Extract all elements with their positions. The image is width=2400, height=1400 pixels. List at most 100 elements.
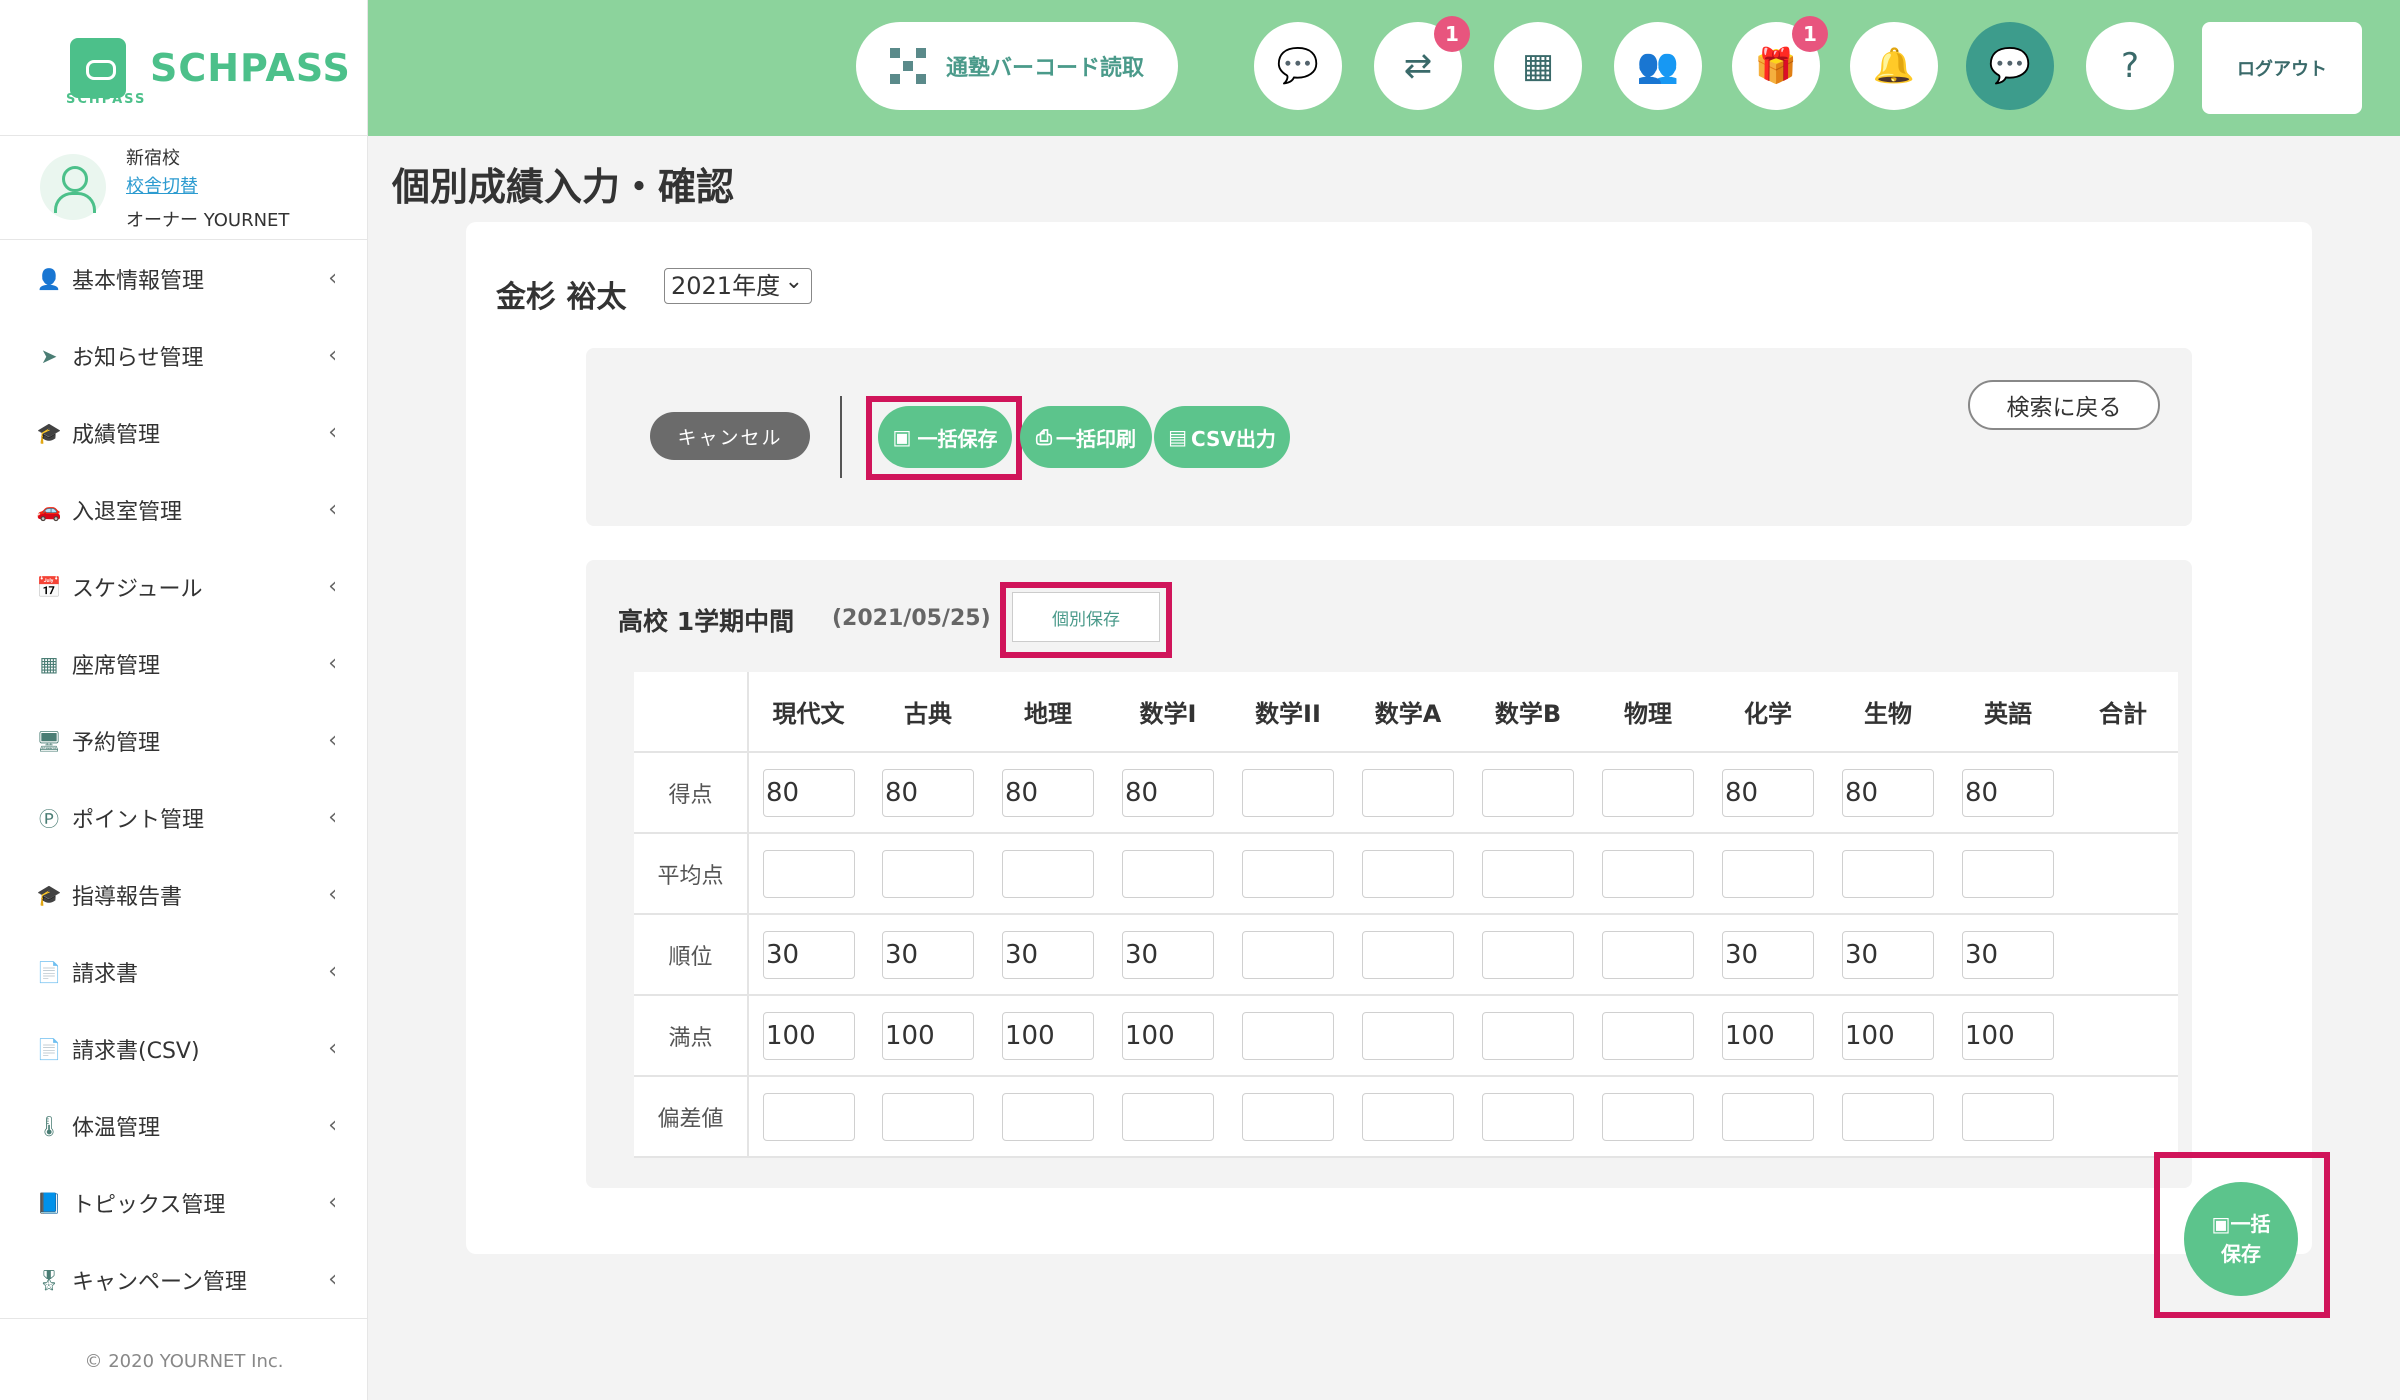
logout-button[interactable]: ログアウト xyxy=(2202,22,2362,114)
score-input[interactable] xyxy=(1362,930,1454,979)
sidebar-item[interactable]: 🎓 成績管理 ‹ xyxy=(0,394,367,471)
cancel-button[interactable]: キャンセル xyxy=(650,412,810,460)
score-input[interactable] xyxy=(1362,1011,1454,1060)
score-input[interactable] xyxy=(1122,1011,1214,1060)
car-icon: 🚗 xyxy=(36,497,62,522)
score-input[interactable] xyxy=(1002,1011,1094,1060)
score-input[interactable] xyxy=(763,768,855,817)
table-row: 得点 xyxy=(634,752,2178,834)
score-input[interactable] xyxy=(1602,849,1694,898)
score-cell xyxy=(1348,995,1468,1077)
score-input[interactable] xyxy=(1482,1011,1574,1060)
score-input[interactable] xyxy=(1242,1011,1334,1060)
score-input[interactable] xyxy=(1242,1092,1334,1141)
score-input[interactable] xyxy=(1122,849,1214,898)
score-input[interactable] xyxy=(1002,768,1094,817)
score-input[interactable] xyxy=(763,849,855,898)
csv-export-button[interactable]: ▤ CSV出力 xyxy=(1154,406,1290,468)
score-input[interactable] xyxy=(1602,768,1694,817)
score-input[interactable] xyxy=(1122,1092,1214,1141)
school-name: 新宿校 xyxy=(126,148,180,169)
score-input[interactable] xyxy=(1482,1092,1574,1141)
notification-button[interactable]: 🔔 xyxy=(1850,22,1938,110)
score-input[interactable] xyxy=(1242,849,1334,898)
sidebar-item[interactable]: 🖥 予約管理 ‹ xyxy=(0,702,367,779)
barcode-read-button[interactable]: 通塾バーコード読取 xyxy=(856,22,1178,110)
chat-button[interactable]: 💬 xyxy=(1254,22,1342,110)
score-input[interactable] xyxy=(1362,849,1454,898)
help-button[interactable]: ? xyxy=(2086,22,2174,110)
score-input[interactable] xyxy=(763,1092,855,1141)
score-input[interactable] xyxy=(1962,768,2054,817)
chevron-left-icon: ‹ xyxy=(328,959,337,984)
score-input[interactable] xyxy=(1362,1092,1454,1141)
qr-code-icon xyxy=(889,48,926,84)
score-input[interactable] xyxy=(1482,930,1574,979)
grade-table: 現代文古典地理数学I数学II数学A数学B物理化学生物英語合計 得点平均点順位満点… xyxy=(634,672,2178,1158)
score-input[interactable] xyxy=(1962,1092,2054,1141)
sidebar-item[interactable]: 📅 スケジュール ‹ xyxy=(0,548,367,625)
score-cell xyxy=(1228,914,1348,996)
score-input[interactable] xyxy=(1602,1092,1694,1141)
score-input[interactable] xyxy=(1482,768,1574,817)
score-input[interactable] xyxy=(1002,930,1094,979)
sidebar-item[interactable]: ▦ 座席管理 ‹ xyxy=(0,625,367,702)
message-button[interactable]: 💬 xyxy=(1966,22,2054,110)
score-input[interactable] xyxy=(1602,1011,1694,1060)
calendar-button[interactable]: ▦ xyxy=(1494,22,1582,110)
score-input[interactable] xyxy=(1722,768,1814,817)
score-input[interactable] xyxy=(1842,930,1934,979)
score-cell xyxy=(748,1076,868,1158)
score-input[interactable] xyxy=(1962,930,2054,979)
score-input[interactable] xyxy=(882,1011,974,1060)
score-input[interactable] xyxy=(1602,930,1694,979)
score-input[interactable] xyxy=(882,1092,974,1141)
score-input[interactable] xyxy=(1842,1092,1934,1141)
score-input[interactable] xyxy=(1722,930,1814,979)
sidebar-item[interactable]: 🎖 キャンペーン管理 ‹ xyxy=(0,1241,367,1318)
score-input[interactable] xyxy=(1842,1011,1934,1060)
chat-bubble-icon: 💬 xyxy=(1276,46,1320,86)
score-input[interactable] xyxy=(1722,1011,1814,1060)
sidebar-item[interactable]: 🎓 指導報告書 ‹ xyxy=(0,856,367,933)
switch-school-link[interactable]: 校舎切替 xyxy=(126,172,198,198)
sidebar-item[interactable]: 🚗 入退室管理 ‹ xyxy=(0,471,367,548)
score-input[interactable] xyxy=(1002,1092,1094,1141)
score-input[interactable] xyxy=(1362,768,1454,817)
score-cell xyxy=(1468,752,1588,834)
sidebar-item[interactable]: Ⓟ ポイント管理 ‹ xyxy=(0,779,367,856)
sidebar-item[interactable]: ➤ お知らせ管理 ‹ xyxy=(0,317,367,394)
score-cell xyxy=(1588,833,1708,915)
score-input[interactable] xyxy=(1962,1011,2054,1060)
score-input[interactable] xyxy=(1482,849,1574,898)
print-all-button[interactable]: ⎙ 一括印刷 xyxy=(1020,406,1152,468)
score-input[interactable] xyxy=(1842,768,1934,817)
transfer-button[interactable]: ⇄ 1 xyxy=(1374,16,1470,110)
score-input[interactable] xyxy=(882,849,974,898)
score-input[interactable] xyxy=(763,1011,855,1060)
score-input[interactable] xyxy=(882,768,974,817)
sidebar-item[interactable]: 👤 基本情報管理 ‹ xyxy=(0,240,367,317)
gift-button[interactable]: 🎁 1 xyxy=(1732,16,1828,110)
score-input[interactable] xyxy=(1242,930,1334,979)
score-input[interactable] xyxy=(1242,768,1334,817)
score-cell xyxy=(1108,914,1228,996)
score-input[interactable] xyxy=(1722,849,1814,898)
score-input[interactable] xyxy=(1962,849,2054,898)
score-input[interactable] xyxy=(1122,930,1214,979)
score-input[interactable] xyxy=(1722,1092,1814,1141)
sidebar-item[interactable]: 📄 請求書(CSV) ‹ xyxy=(0,1010,367,1087)
score-input[interactable] xyxy=(1842,849,1934,898)
meeting-button[interactable]: 👥 xyxy=(1614,22,1702,110)
back-to-search-button[interactable]: 検索に戻る xyxy=(1968,380,2160,430)
year-select[interactable]: 2021年度 xyxy=(664,265,812,304)
sidebar-item[interactable]: 📄 請求書 ‹ xyxy=(0,933,367,1010)
score-cell xyxy=(1468,833,1588,915)
score-input[interactable] xyxy=(1002,849,1094,898)
score-input[interactable] xyxy=(882,930,974,979)
sidebar-item[interactable]: 📘 トピックス管理 ‹ xyxy=(0,1164,367,1241)
score-cell xyxy=(748,914,868,996)
sidebar-item[interactable]: 🌡 体温管理 ‹ xyxy=(0,1087,367,1164)
score-input[interactable] xyxy=(763,930,855,979)
score-input[interactable] xyxy=(1122,768,1214,817)
